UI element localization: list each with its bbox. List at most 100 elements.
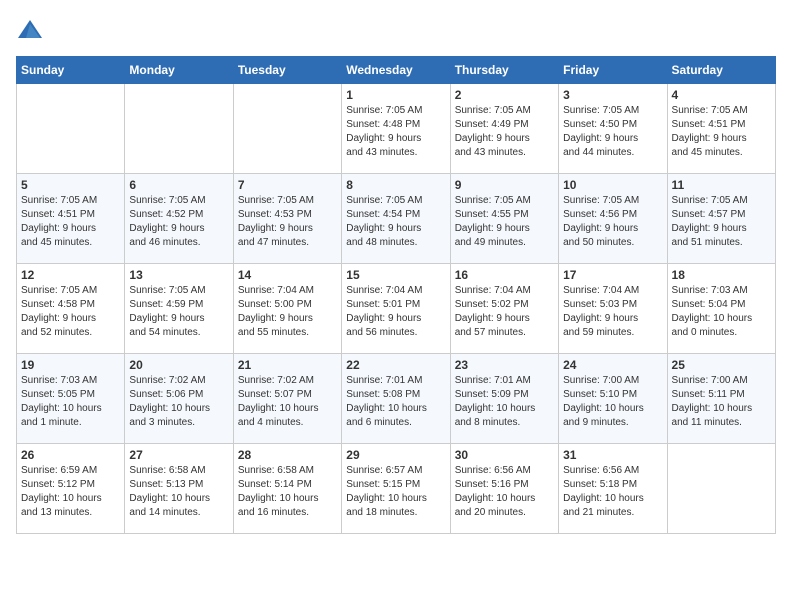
day-number: 25 xyxy=(672,358,771,372)
day-number: 9 xyxy=(455,178,554,192)
calendar-cell: 7 Sunrise: 7:05 AM Sunset: 4:53 PM Daylig… xyxy=(233,174,341,264)
weekday-header-monday: Monday xyxy=(125,57,233,84)
weekday-header-saturday: Saturday xyxy=(667,57,775,84)
calendar-cell: 14 Sunrise: 7:04 AM Sunset: 5:00 PM Dayli… xyxy=(233,264,341,354)
day-info: Sunrise: 7:05 AM Sunset: 4:51 PM Dayligh… xyxy=(672,104,771,160)
calendar-cell: 12 Sunrise: 7:05 AM Sunset: 4:58 PM Dayli… xyxy=(17,264,125,354)
day-info: Sunrise: 6:58 AM Sunset: 5:14 PM Dayligh… xyxy=(238,464,337,520)
day-number: 14 xyxy=(238,268,337,282)
day-info: Sunrise: 7:00 AM Sunset: 5:10 PM Dayligh… xyxy=(563,374,662,430)
day-number: 26 xyxy=(21,448,120,462)
day-number: 1 xyxy=(346,88,445,102)
logo-icon xyxy=(16,16,44,44)
day-info: Sunrise: 7:04 AM Sunset: 5:02 PM Dayligh… xyxy=(455,284,554,340)
calendar-header-row: SundayMondayTuesdayWednesdayThursdayFrid… xyxy=(17,57,776,84)
calendar-cell: 23 Sunrise: 7:01 AM Sunset: 5:09 PM Dayli… xyxy=(450,354,558,444)
day-info: Sunrise: 7:02 AM Sunset: 5:07 PM Dayligh… xyxy=(238,374,337,430)
day-number: 10 xyxy=(563,178,662,192)
day-number: 23 xyxy=(455,358,554,372)
day-number: 3 xyxy=(563,88,662,102)
day-number: 27 xyxy=(129,448,228,462)
day-number: 16 xyxy=(455,268,554,282)
calendar-cell: 11 Sunrise: 7:05 AM Sunset: 4:57 PM Dayli… xyxy=(667,174,775,264)
day-info: Sunrise: 7:04 AM Sunset: 5:01 PM Dayligh… xyxy=(346,284,445,340)
calendar-cell: 5 Sunrise: 7:05 AM Sunset: 4:51 PM Daylig… xyxy=(17,174,125,264)
calendar-cell: 17Sunrise: 7:04 AM Sunset: 5:03 PM Dayli… xyxy=(559,264,667,354)
day-info: Sunrise: 7:05 AM Sunset: 4:52 PM Dayligh… xyxy=(129,194,228,250)
calendar-cell xyxy=(125,84,233,174)
day-number: 13 xyxy=(129,268,228,282)
logo xyxy=(16,16,48,44)
day-info: Sunrise: 7:02 AM Sunset: 5:06 PM Dayligh… xyxy=(129,374,228,430)
calendar-header xyxy=(16,16,776,44)
day-number: 12 xyxy=(21,268,120,282)
day-number: 20 xyxy=(129,358,228,372)
calendar-cell: 26 Sunrise: 6:59 AM Sunset: 5:12 PM Dayli… xyxy=(17,444,125,534)
calendar-cell: 10 Sunrise: 7:05 AM Sunset: 4:56 PM Dayli… xyxy=(559,174,667,264)
calendar-cell: 6 Sunrise: 7:05 AM Sunset: 4:52 PM Daylig… xyxy=(125,174,233,264)
day-number: 31 xyxy=(563,448,662,462)
calendar-cell: 24 Sunrise: 7:00 AM Sunset: 5:10 PM Dayli… xyxy=(559,354,667,444)
calendar-week-2: 12 Sunrise: 7:05 AM Sunset: 4:58 PM Dayli… xyxy=(17,264,776,354)
calendar-week-0: 1 Sunrise: 7:05 AM Sunset: 4:48 PM Daylig… xyxy=(17,84,776,174)
weekday-header-friday: Friday xyxy=(559,57,667,84)
calendar-cell: 22Sunrise: 7:01 AM Sunset: 5:08 PM Dayli… xyxy=(342,354,450,444)
day-number: 11 xyxy=(672,178,771,192)
calendar-cell: 13 Sunrise: 7:05 AM Sunset: 4:59 PM Dayli… xyxy=(125,264,233,354)
calendar-cell: 25Sunrise: 7:00 AM Sunset: 5:11 PM Dayli… xyxy=(667,354,775,444)
calendar-cell: 18Sunrise: 7:03 AM Sunset: 5:04 PM Dayli… xyxy=(667,264,775,354)
day-info: Sunrise: 7:05 AM Sunset: 4:55 PM Dayligh… xyxy=(455,194,554,250)
day-info: Sunrise: 7:05 AM Sunset: 4:53 PM Dayligh… xyxy=(238,194,337,250)
day-info: Sunrise: 7:05 AM Sunset: 4:51 PM Dayligh… xyxy=(21,194,120,250)
day-info: Sunrise: 7:05 AM Sunset: 4:49 PM Dayligh… xyxy=(455,104,554,160)
day-info: Sunrise: 6:57 AM Sunset: 5:15 PM Dayligh… xyxy=(346,464,445,520)
calendar-cell: 1 Sunrise: 7:05 AM Sunset: 4:48 PM Daylig… xyxy=(342,84,450,174)
day-number: 24 xyxy=(563,358,662,372)
day-number: 6 xyxy=(129,178,228,192)
calendar-body: 1 Sunrise: 7:05 AM Sunset: 4:48 PM Daylig… xyxy=(17,84,776,534)
calendar-cell: 29 Sunrise: 6:57 AM Sunset: 5:15 PM Dayli… xyxy=(342,444,450,534)
day-info: Sunrise: 7:05 AM Sunset: 4:58 PM Dayligh… xyxy=(21,284,120,340)
calendar-cell xyxy=(667,444,775,534)
day-info: Sunrise: 7:03 AM Sunset: 5:05 PM Dayligh… xyxy=(21,374,120,430)
calendar-week-3: 19Sunrise: 7:03 AM Sunset: 5:05 PM Dayli… xyxy=(17,354,776,444)
calendar-cell: 30Sunrise: 6:56 AM Sunset: 5:16 PM Dayli… xyxy=(450,444,558,534)
calendar-cell xyxy=(233,84,341,174)
day-number: 2 xyxy=(455,88,554,102)
day-info: Sunrise: 7:05 AM Sunset: 4:50 PM Dayligh… xyxy=(563,104,662,160)
day-info: Sunrise: 6:56 AM Sunset: 5:18 PM Dayligh… xyxy=(563,464,662,520)
day-info: Sunrise: 7:04 AM Sunset: 5:03 PM Dayligh… xyxy=(563,284,662,340)
calendar-cell: 19Sunrise: 7:03 AM Sunset: 5:05 PM Dayli… xyxy=(17,354,125,444)
day-number: 5 xyxy=(21,178,120,192)
calendar-week-4: 26 Sunrise: 6:59 AM Sunset: 5:12 PM Dayli… xyxy=(17,444,776,534)
day-number: 4 xyxy=(672,88,771,102)
day-number: 21 xyxy=(238,358,337,372)
day-number: 8 xyxy=(346,178,445,192)
calendar-cell: 31 Sunrise: 6:56 AM Sunset: 5:18 PM Dayli… xyxy=(559,444,667,534)
calendar-cell: 27Sunrise: 6:58 AM Sunset: 5:13 PM Dayli… xyxy=(125,444,233,534)
day-number: 15 xyxy=(346,268,445,282)
day-number: 7 xyxy=(238,178,337,192)
day-info: Sunrise: 7:05 AM Sunset: 4:48 PM Dayligh… xyxy=(346,104,445,160)
calendar-cell: 8 Sunrise: 7:05 AM Sunset: 4:54 PM Daylig… xyxy=(342,174,450,264)
weekday-header-sunday: Sunday xyxy=(17,57,125,84)
weekday-header-thursday: Thursday xyxy=(450,57,558,84)
calendar-table: SundayMondayTuesdayWednesdayThursdayFrid… xyxy=(16,56,776,534)
day-info: Sunrise: 6:59 AM Sunset: 5:12 PM Dayligh… xyxy=(21,464,120,520)
calendar-cell: 9 Sunrise: 7:05 AM Sunset: 4:55 PM Daylig… xyxy=(450,174,558,264)
day-info: Sunrise: 7:05 AM Sunset: 4:54 PM Dayligh… xyxy=(346,194,445,250)
day-info: Sunrise: 7:05 AM Sunset: 4:56 PM Dayligh… xyxy=(563,194,662,250)
day-info: Sunrise: 7:05 AM Sunset: 4:57 PM Dayligh… xyxy=(672,194,771,250)
calendar-cell: 20 Sunrise: 7:02 AM Sunset: 5:06 PM Dayli… xyxy=(125,354,233,444)
day-info: Sunrise: 7:01 AM Sunset: 5:09 PM Dayligh… xyxy=(455,374,554,430)
calendar-cell: 15 Sunrise: 7:04 AM Sunset: 5:01 PM Dayli… xyxy=(342,264,450,354)
day-info: Sunrise: 7:04 AM Sunset: 5:00 PM Dayligh… xyxy=(238,284,337,340)
day-number: 28 xyxy=(238,448,337,462)
calendar-cell: 28 Sunrise: 6:58 AM Sunset: 5:14 PM Dayli… xyxy=(233,444,341,534)
day-info: Sunrise: 7:05 AM Sunset: 4:59 PM Dayligh… xyxy=(129,284,228,340)
calendar-cell xyxy=(17,84,125,174)
day-number: 30 xyxy=(455,448,554,462)
day-number: 29 xyxy=(346,448,445,462)
day-number: 22 xyxy=(346,358,445,372)
weekday-header-wednesday: Wednesday xyxy=(342,57,450,84)
